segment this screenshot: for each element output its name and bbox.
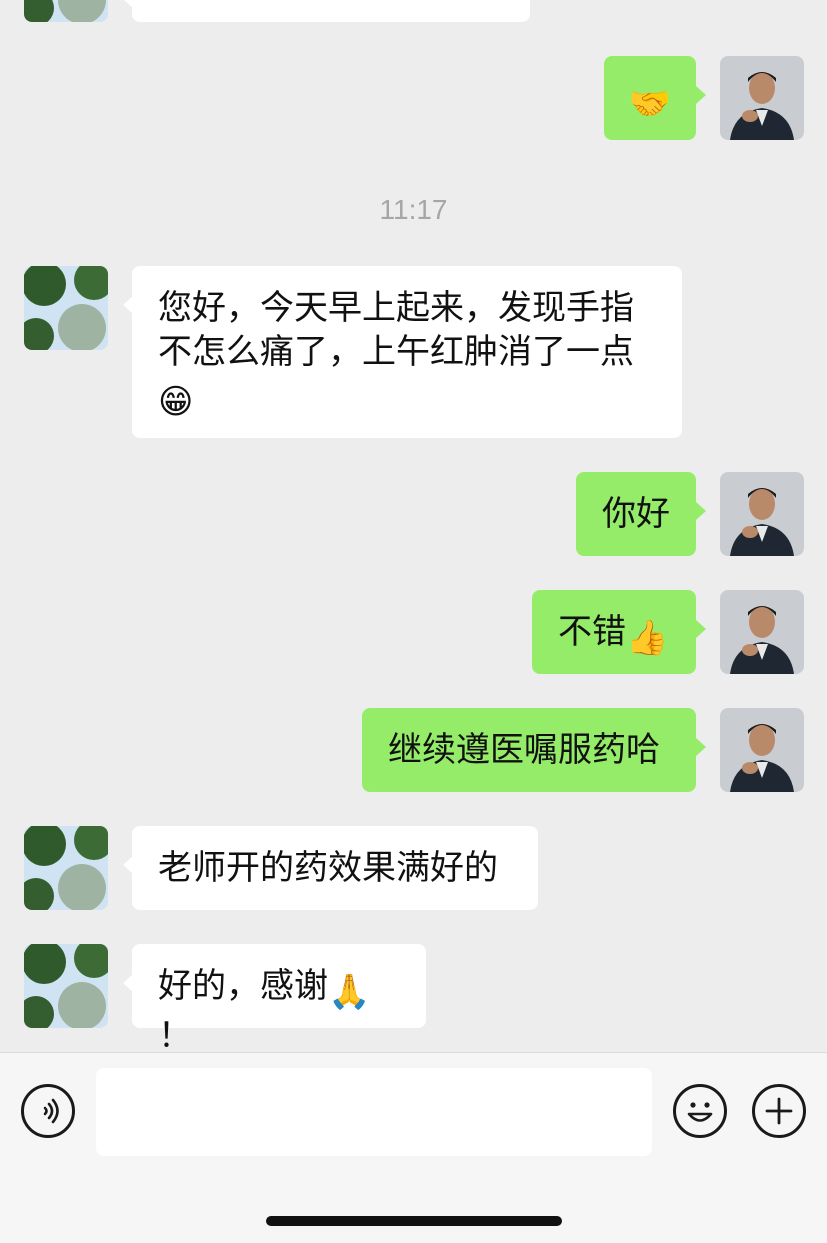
message-text: ！ (158, 1016, 192, 1052)
voice-icon (43, 1098, 59, 1124)
plus-button[interactable] (752, 1084, 806, 1138)
grin-emoji-icon: 😁 (158, 382, 194, 422)
handshake-icon: 🤝 (628, 84, 672, 124)
man-avatar-icon (720, 472, 804, 556)
man-avatar-icon (720, 708, 804, 792)
tree-avatar-icon (24, 944, 108, 1028)
contact-avatar[interactable] (24, 944, 108, 1028)
folded-hands-icon: 🙏 (328, 972, 371, 1012)
thumbs-up-icon: 👍 (626, 618, 669, 658)
emoji-icon (687, 1102, 713, 1122)
message-bubble-incoming[interactable] (123, 0, 530, 22)
voice-button[interactable] (21, 1084, 75, 1138)
man-avatar-icon (720, 590, 804, 674)
emoji-button[interactable] (673, 1084, 727, 1138)
timestamp: 11:17 (379, 194, 448, 225)
message-text: 老师开的药效果满好的 (158, 848, 498, 888)
message-bubble-outgoing[interactable]: 你好 (576, 472, 706, 556)
contact-avatar[interactable] (24, 266, 108, 350)
self-avatar[interactable] (720, 472, 804, 556)
message-bubble-outgoing[interactable]: 继续遵医嘱服药哈 (362, 708, 706, 792)
contact-avatar[interactable] (24, 826, 108, 910)
tree-avatar-icon (24, 0, 108, 22)
message-text-line: 不怎么痛了，上午红肿消了一点 (158, 332, 634, 372)
message-bubble-incoming[interactable]: 好的，感谢🙏 ！ (123, 944, 426, 1052)
message-bubble-incoming[interactable]: 老师开的药效果满好的 (123, 826, 538, 910)
tree-avatar-icon (24, 826, 108, 910)
tree-avatar-icon (24, 266, 108, 350)
message-text-line: 您好，今天早上起来，发现手指 (158, 288, 634, 328)
contact-avatar[interactable] (24, 0, 108, 22)
self-avatar[interactable] (720, 708, 804, 792)
message-text: 你好 (602, 494, 670, 534)
man-avatar-icon (720, 56, 804, 140)
message-bubble-incoming[interactable]: 您好，今天早上起来，发现手指 不怎么痛了，上午红肿消了一点 😁 (123, 266, 682, 438)
message-text: 继续遵医嘱服药哈 (388, 730, 660, 770)
message-text: 不错 (558, 612, 626, 652)
message-bubble-outgoing[interactable]: 不错👍 (532, 590, 706, 674)
message-text: 好的，感谢 (158, 966, 328, 1006)
self-avatar[interactable] (720, 56, 804, 140)
message-input[interactable] (96, 1068, 652, 1156)
message-bubble-outgoing[interactable]: 🤝 (604, 56, 706, 140)
self-avatar[interactable] (720, 590, 804, 674)
home-indicator[interactable] (266, 1216, 562, 1226)
plus-icon (765, 1097, 793, 1125)
chat-area[interactable]: 🤝 11:17 您好，今天早上起来，发现手指 不怎么痛了，上午红肿消了一点 😁 … (0, 0, 827, 1052)
